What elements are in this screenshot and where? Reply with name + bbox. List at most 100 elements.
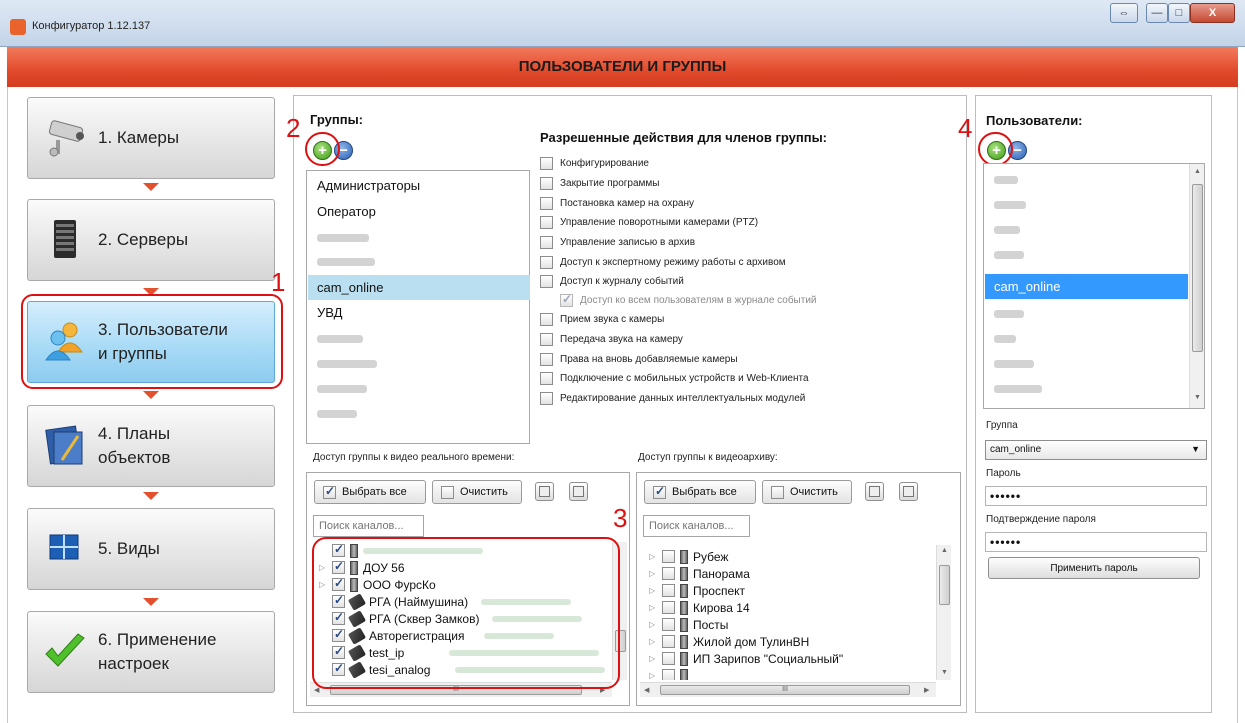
maximize-button[interactable]: □ — [1168, 3, 1190, 23]
scroll-left-icon[interactable]: ◀ — [644, 686, 649, 694]
list-item[interactable] — [985, 376, 1188, 401]
checkbox[interactable] — [540, 255, 553, 269]
permission-row[interactable]: Управление поворотными камерами (PTZ) — [540, 213, 758, 231]
tree-row[interactable]: ▷ — [649, 667, 688, 680]
permission-row[interactable]: Передача звука на камеру — [540, 330, 683, 348]
expander-icon[interactable]: ▷ — [649, 552, 657, 561]
list-item[interactable] — [308, 376, 530, 401]
list-item[interactable] — [308, 225, 530, 250]
checkbox[interactable] — [540, 391, 553, 405]
list-item[interactable]: Оператор — [308, 199, 530, 224]
close-button[interactable]: X — [1190, 3, 1235, 23]
checkbox[interactable] — [662, 652, 675, 665]
list-item[interactable]: УВД — [308, 300, 530, 325]
scroll-thumb[interactable]: III — [660, 685, 910, 695]
checkbox[interactable] — [540, 196, 553, 210]
checkbox[interactable] — [540, 215, 553, 229]
password-field[interactable]: •••••• — [985, 486, 1207, 506]
permission-row[interactable]: Редактирование данных интеллектуальных м… — [540, 389, 805, 407]
checkbox[interactable] — [662, 584, 675, 597]
checkbox[interactable] — [540, 274, 553, 288]
collapse-all-button[interactable] — [899, 482, 918, 501]
checkbox[interactable] — [662, 567, 675, 580]
checkbox[interactable] — [662, 669, 675, 680]
scroll-down-icon[interactable]: ▼ — [1194, 394, 1201, 401]
expander-icon[interactable]: ▷ — [649, 671, 657, 680]
tree-row[interactable]: ▷ Панорама — [649, 565, 750, 582]
list-item[interactable] — [985, 351, 1188, 376]
scroll-down-icon[interactable]: ▼ — [941, 669, 948, 676]
users-list[interactable]: cam_online ▲ ▼ — [983, 163, 1205, 409]
expander-icon[interactable]: ▷ — [649, 620, 657, 629]
permission-row[interactable]: Доступ к журналу событий — [540, 272, 684, 290]
expander-icon[interactable]: ▷ — [649, 569, 657, 578]
list-item[interactable] — [308, 249, 530, 274]
expander-icon[interactable]: ▷ — [649, 603, 657, 612]
list-item[interactable] — [985, 242, 1188, 267]
nav-servers[interactable]: 2. Серверы — [27, 199, 275, 281]
nav-apply-settings[interactable]: 6. Применение настроек — [27, 611, 275, 693]
minimize-button[interactable]: — — [1146, 3, 1168, 23]
clear-button[interactable]: Очистить — [762, 480, 852, 504]
tree-row[interactable]: ▷ ИП Зарипов "Социальный" — [649, 650, 843, 667]
scroll-thumb[interactable] — [939, 565, 950, 605]
permission-row[interactable]: Конфигурирование — [540, 154, 649, 172]
expand-all-button[interactable] — [865, 482, 884, 501]
live-search-input[interactable] — [313, 515, 424, 537]
scroll-right-icon[interactable]: ▶ — [924, 686, 929, 694]
checkbox[interactable] — [662, 635, 675, 648]
list-item[interactable] — [308, 401, 530, 426]
list-item[interactable] — [985, 301, 1188, 326]
scroll-thumb[interactable] — [1192, 184, 1203, 352]
checkbox[interactable] — [662, 618, 675, 631]
checkbox[interactable] — [540, 352, 553, 366]
nav-views[interactable]: 5. Виды — [27, 508, 275, 590]
restore-button[interactable]: ⇔ — [1110, 3, 1138, 23]
checkbox[interactable] — [540, 312, 553, 326]
scroll-up-icon[interactable]: ▲ — [941, 547, 948, 554]
checkbox[interactable] — [540, 371, 553, 385]
nav-cameras[interactable]: 1. Камеры — [27, 97, 275, 179]
permission-row[interactable]: Постановка камер на охрану — [540, 194, 694, 212]
list-item[interactable]: cam_online — [985, 274, 1188, 299]
list-item[interactable] — [985, 167, 1188, 192]
clear-button[interactable]: Очистить — [432, 480, 522, 504]
list-item[interactable] — [985, 192, 1188, 217]
permission-row[interactable]: Доступ к экспертному режиму работы с арх… — [540, 253, 786, 271]
checkbox[interactable] — [540, 235, 553, 249]
expander-icon[interactable]: ▷ — [649, 586, 657, 595]
groups-list[interactable]: Администраторы Оператор cam_online УВД — [306, 170, 530, 444]
permission-row[interactable]: Права на вновь добавляемые камеры — [540, 350, 738, 368]
permission-row[interactable]: Подключение с мобильных устройств и Web-… — [540, 369, 809, 387]
archive-search-input[interactable] — [643, 515, 750, 537]
permission-row[interactable]: Закрытие программы — [540, 174, 659, 192]
list-item[interactable] — [985, 217, 1188, 242]
tree-row[interactable]: ▷ Рубеж — [649, 548, 728, 565]
expander-icon[interactable]: ▷ — [649, 637, 657, 646]
list-item[interactable] — [308, 351, 530, 376]
checkbox[interactable] — [540, 176, 553, 190]
tree-row[interactable]: ▷ Жилой дом ТулинВН — [649, 633, 809, 650]
tree-row[interactable]: ▷ Проспект — [649, 582, 745, 599]
confirm-password-field[interactable]: •••••• — [985, 532, 1207, 552]
select-all-button[interactable]: Выбрать все — [644, 480, 756, 504]
archive-channel-tree[interactable]: ▷ Рубеж ▷ Панорама ▷ Проспект ▷ Кирова 14 ▷ П… — [643, 545, 935, 680]
tree-row[interactable]: ▷ Кирова 14 — [649, 599, 750, 616]
checkbox[interactable] — [662, 601, 675, 614]
list-item[interactable] — [985, 326, 1188, 351]
permission-row[interactable]: Управление записью в архив — [540, 233, 695, 251]
nav-object-plans[interactable]: 4. Планы объектов — [27, 405, 275, 487]
expand-all-button[interactable] — [535, 482, 554, 501]
permission-row[interactable]: Прием звука с камеры — [540, 310, 664, 328]
archive-scrollbar[interactable]: ▲ ▼ — [936, 545, 951, 680]
archive-hscrollbar[interactable]: ◀ III ▶ — [640, 682, 936, 697]
scroll-up-icon[interactable]: ▲ — [1194, 168, 1201, 175]
checkbox[interactable] — [662, 550, 675, 563]
checkbox[interactable] — [540, 156, 553, 170]
list-item[interactable]: cam_online — [308, 275, 530, 300]
expander-icon[interactable]: ▷ — [649, 654, 657, 663]
group-select[interactable]: cam_online ▼ — [985, 440, 1207, 460]
apply-password-button[interactable]: Применить пароль — [988, 557, 1200, 579]
select-all-button[interactable]: Выбрать все — [314, 480, 426, 504]
collapse-all-button[interactable] — [569, 482, 588, 501]
